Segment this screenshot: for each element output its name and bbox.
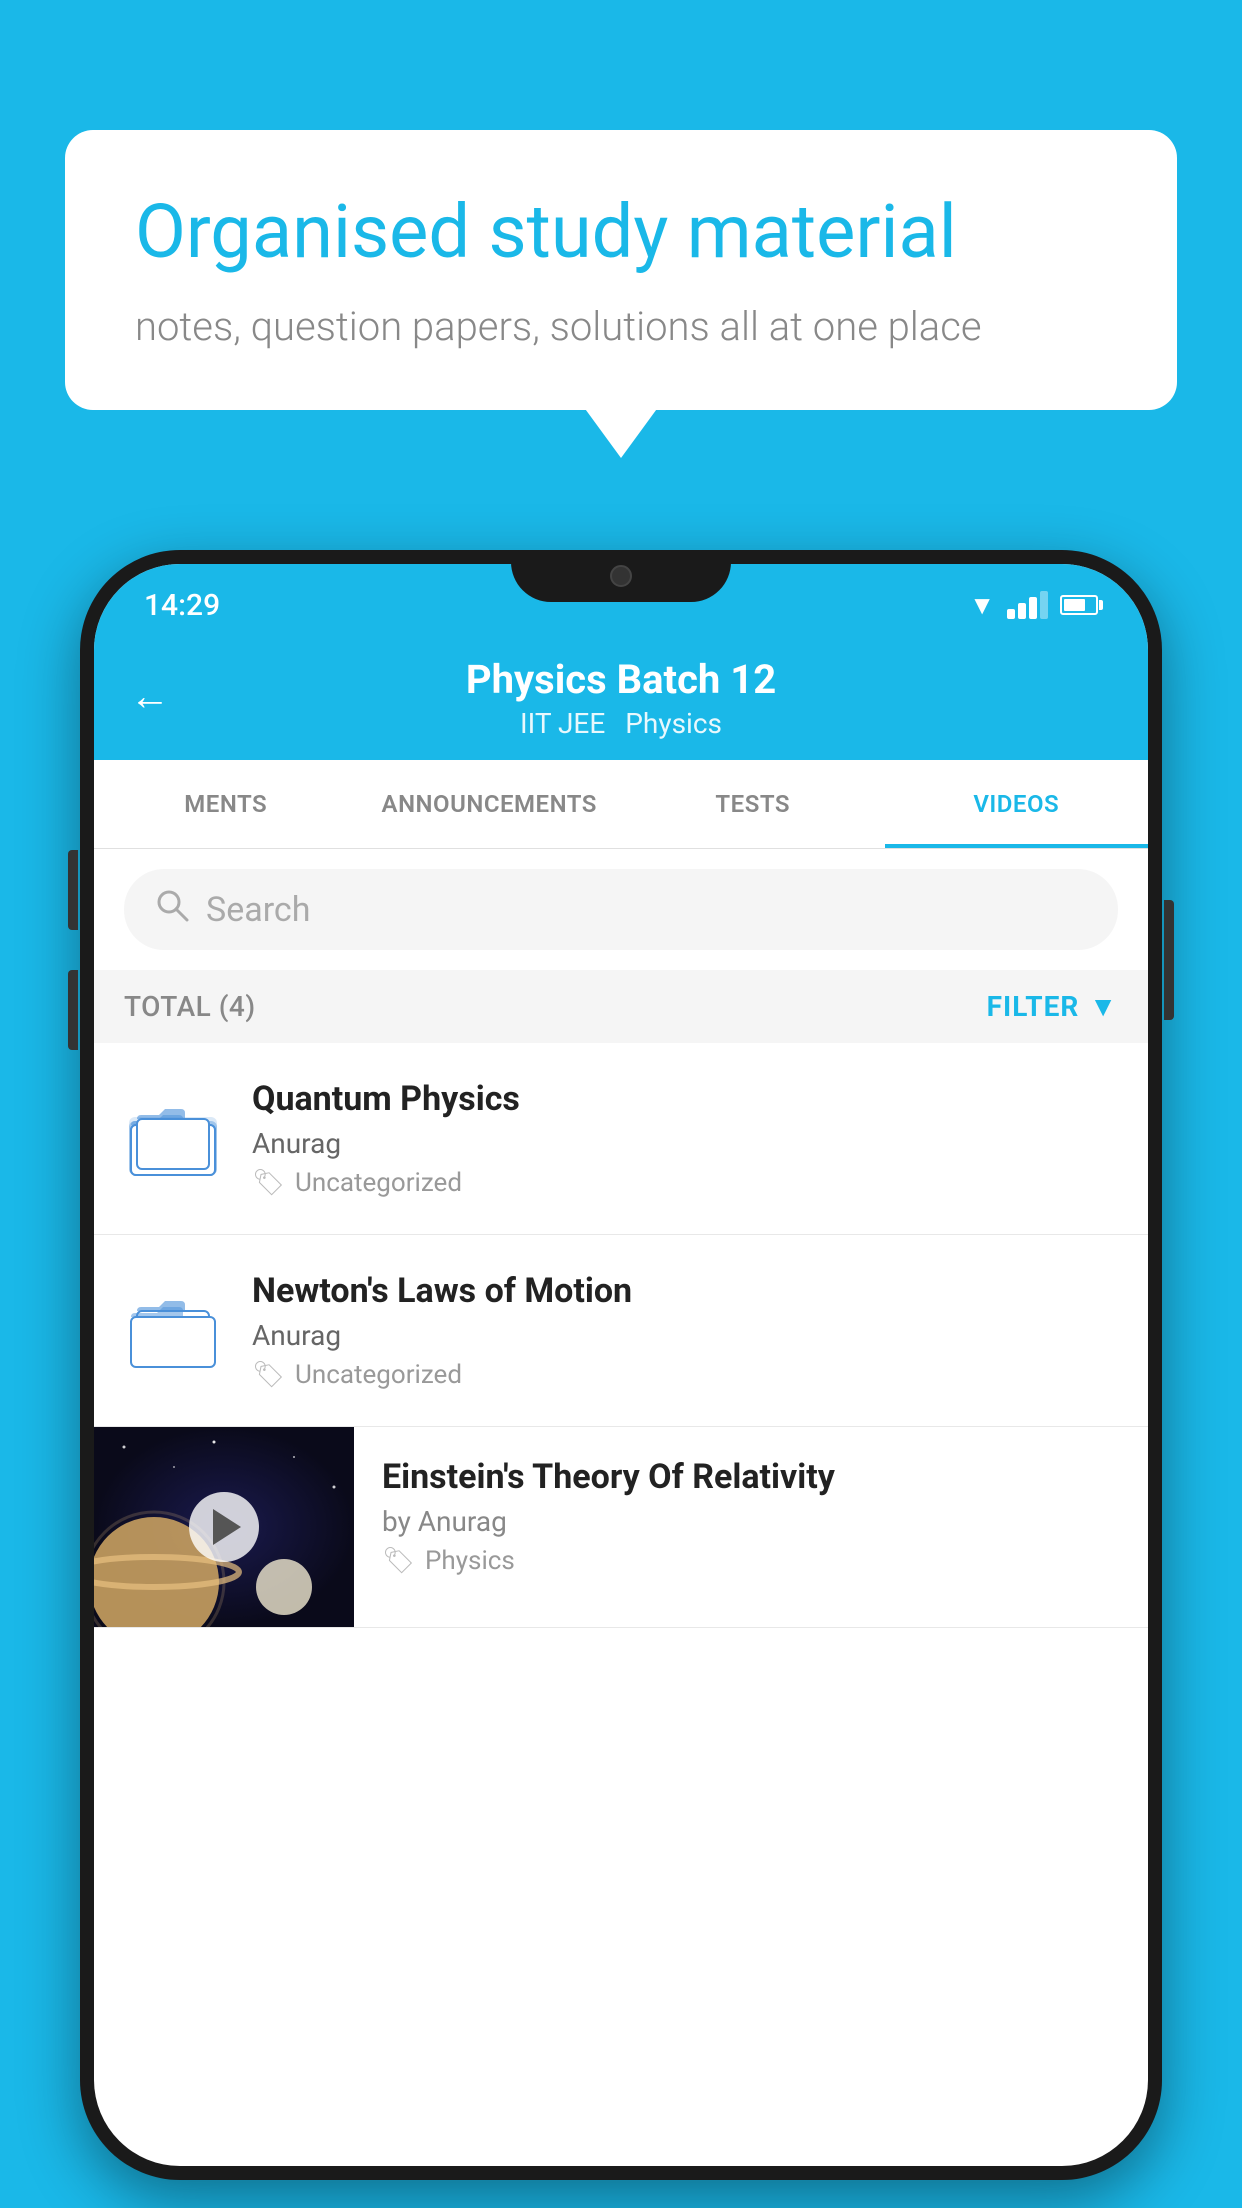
status-icons: ▼ — [969, 590, 1098, 621]
play-button[interactable] — [189, 1492, 259, 1562]
video-author: by Anurag — [382, 1505, 1118, 1538]
video-info-quantum: Quantum Physics Anurag 🏷 Uncategorized — [252, 1079, 1118, 1198]
app-header: ← Physics Batch 12 IIT JEE Physics — [94, 632, 1148, 760]
video-tag-row: 🏷 Uncategorized — [252, 1168, 1118, 1198]
bubble-subtitle: notes, question papers, solutions all at… — [135, 303, 1107, 350]
camera-dot — [610, 565, 632, 587]
video-title: Quantum Physics — [252, 1079, 1118, 1119]
bubble-title: Organised study material — [135, 190, 1107, 275]
wifi-icon: ▼ — [969, 590, 995, 621]
phone-notch — [511, 550, 731, 602]
folder-thumb-quantum — [124, 1089, 224, 1189]
video-author: Anurag — [252, 1319, 1118, 1352]
phone-screen: 14:29 ▼ — [94, 564, 1148, 2166]
volume-down-button[interactable] — [68, 970, 78, 1050]
list-item[interactable]: Einstein's Theory Of Relativity by Anura… — [94, 1427, 1148, 1628]
folder-thumb-newton — [124, 1281, 224, 1381]
video-info-newton: Newton's Laws of Motion Anurag 🏷 Uncateg… — [252, 1271, 1118, 1390]
filter-label: FILTER — [987, 990, 1080, 1023]
list-item[interactable]: Quantum Physics Anurag 🏷 Uncategorized — [94, 1043, 1148, 1235]
tag-icon: 🏷 — [382, 1546, 415, 1576]
video-tag: Uncategorized — [295, 1360, 462, 1390]
filter-button[interactable]: FILTER ▼ — [987, 990, 1118, 1023]
tab-videos[interactable]: VIDEOS — [885, 760, 1149, 848]
header-subtitle: IIT JEE Physics — [520, 707, 722, 740]
phone-frame: 14:29 ▼ — [80, 550, 1162, 2208]
volume-up-button[interactable] — [68, 850, 78, 930]
video-title: Newton's Laws of Motion — [252, 1271, 1118, 1311]
video-tag-row: 🏷 Uncategorized — [252, 1360, 1118, 1390]
search-container: Search — [94, 849, 1148, 970]
tabs-bar: MENTS ANNOUNCEMENTS TESTS VIDEOS — [94, 760, 1148, 849]
video-author: Anurag — [252, 1127, 1118, 1160]
search-input[interactable]: Search — [206, 890, 310, 930]
signal-icon — [1007, 591, 1048, 619]
header-title: Physics Batch 12 — [466, 656, 776, 703]
speech-bubble-card: Organised study material notes, question… — [65, 130, 1177, 410]
filter-icon: ▼ — [1089, 990, 1118, 1023]
video-title: Einstein's Theory Of Relativity — [382, 1457, 1118, 1497]
tab-announcements[interactable]: ANNOUNCEMENTS — [358, 760, 622, 848]
video-tag: Uncategorized — [295, 1168, 462, 1198]
video-tag-row: 🏷 Physics — [382, 1546, 1118, 1576]
tab-ments[interactable]: MENTS — [94, 760, 358, 848]
video-tag: Physics — [425, 1546, 515, 1576]
search-input-wrapper[interactable]: Search — [124, 869, 1118, 950]
tag-icon: 🏷 — [252, 1360, 285, 1390]
tag-icon: 🏷 — [252, 1168, 285, 1198]
status-time: 14:29 — [144, 588, 220, 623]
total-count: TOTAL (4) — [124, 990, 256, 1023]
battery-icon — [1060, 595, 1098, 615]
play-triangle-icon — [213, 1509, 241, 1545]
header-tag-iitjee: IIT JEE — [520, 707, 605, 740]
video-info-einstein: Einstein's Theory Of Relativity by Anura… — [382, 1427, 1118, 1606]
list-item[interactable]: Newton's Laws of Motion Anurag 🏷 Uncateg… — [94, 1235, 1148, 1427]
video-thumbnail-einstein — [94, 1427, 354, 1627]
search-icon — [154, 887, 190, 932]
filter-row: TOTAL (4) FILTER ▼ — [94, 970, 1148, 1043]
power-button[interactable] — [1164, 900, 1174, 1020]
tab-tests[interactable]: TESTS — [621, 760, 885, 848]
video-list: Quantum Physics Anurag 🏷 Uncategorized — [94, 1043, 1148, 1628]
back-button[interactable]: ← — [130, 673, 170, 720]
header-tag-physics: Physics — [625, 707, 722, 740]
